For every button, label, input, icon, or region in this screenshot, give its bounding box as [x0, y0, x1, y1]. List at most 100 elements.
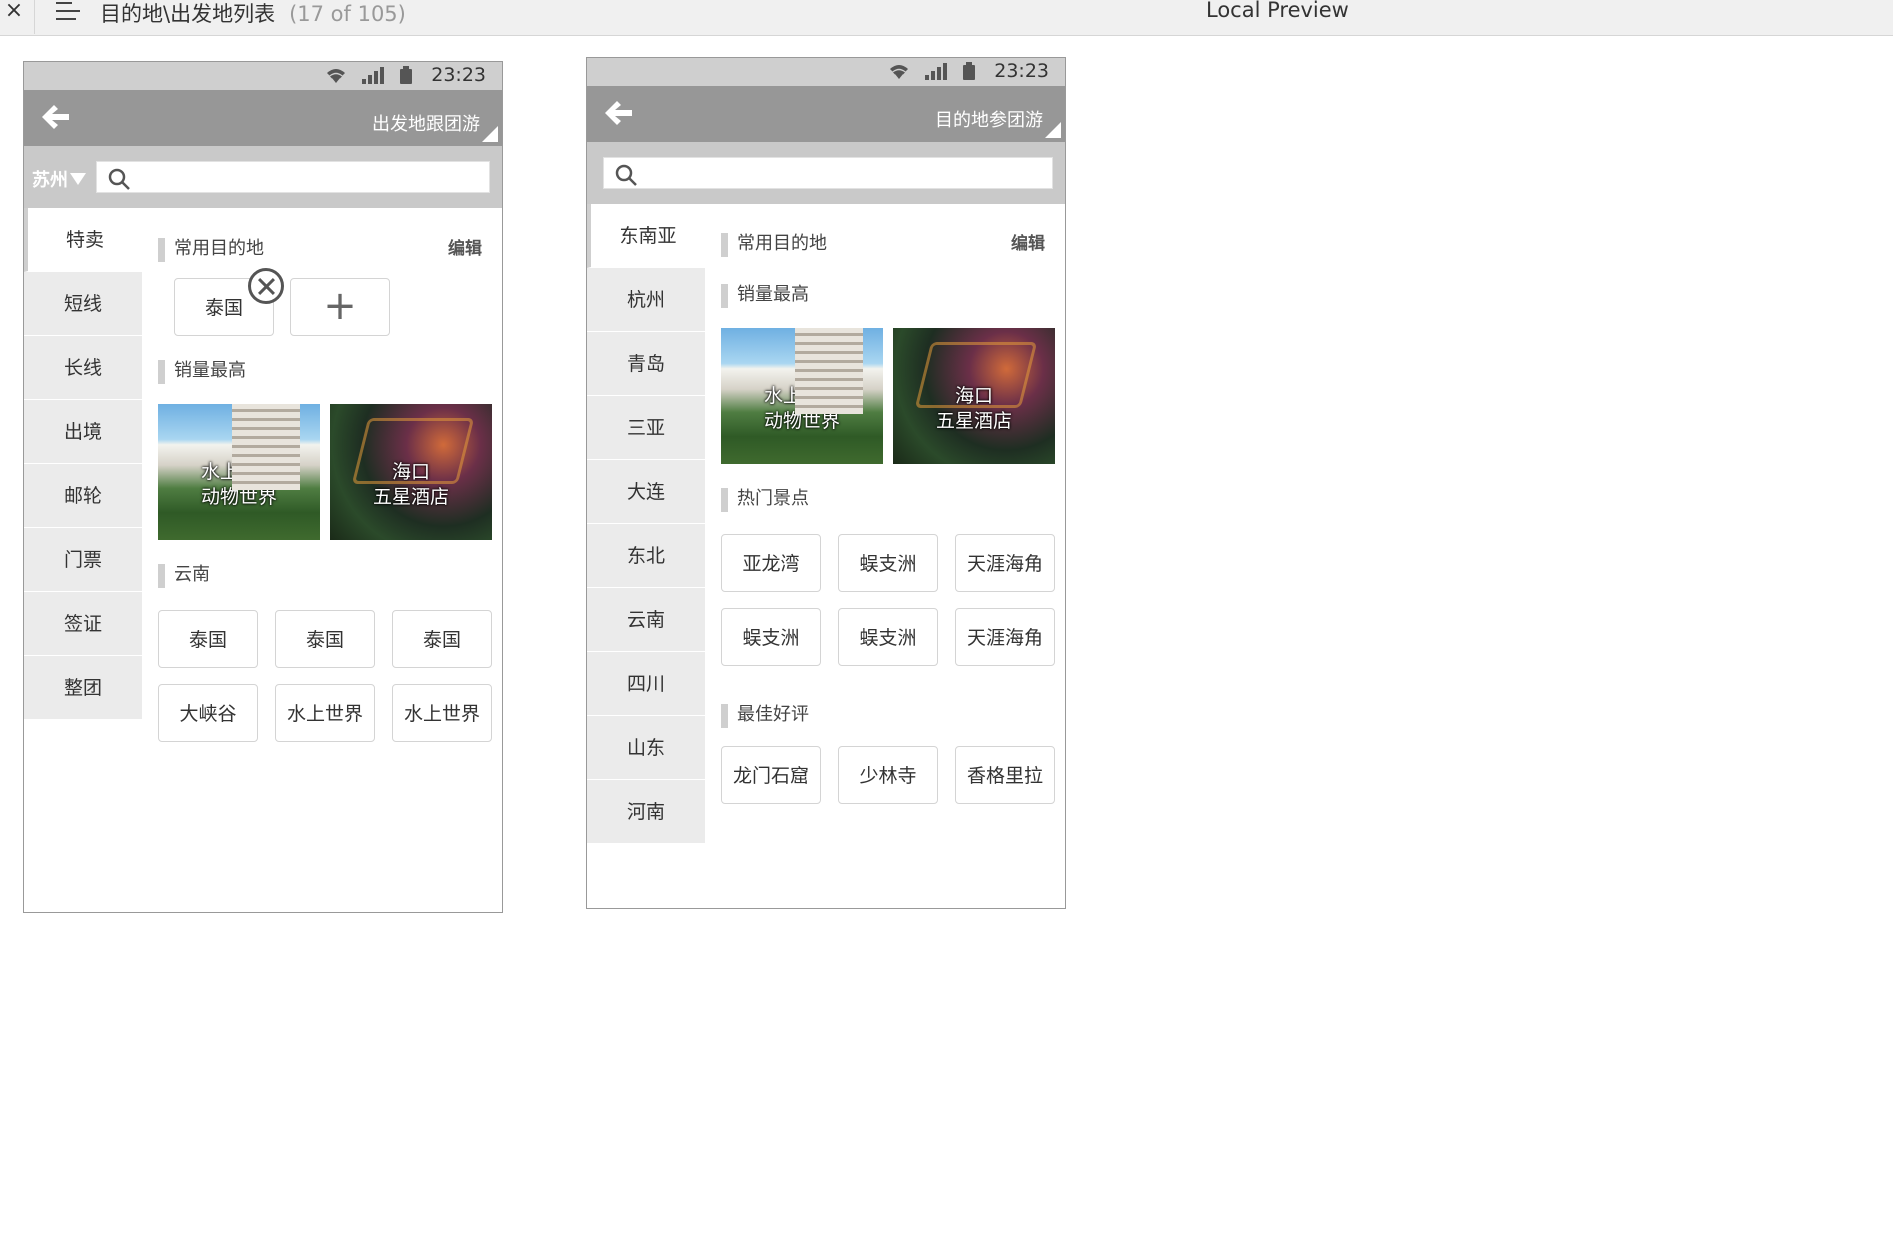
- sidebar-item-specials[interactable]: 特卖: [24, 208, 142, 272]
- caret-down-icon: [70, 173, 86, 185]
- nav-bar: 目的地参团游: [587, 86, 1065, 142]
- main-body: 特卖 短线 长线 出境 邮轮 门票 签证 整团 常用目的地 编辑 泰国 + 销量…: [24, 208, 502, 912]
- search-icon: [615, 164, 637, 186]
- section-title: 常用目的地: [737, 233, 827, 254]
- destination-chip[interactable]: 泰国: [158, 610, 258, 668]
- search-icon: [108, 168, 130, 190]
- search-input[interactable]: [96, 161, 490, 193]
- sidebar-item-northeast[interactable]: 东北: [587, 524, 705, 588]
- destination-chip[interactable]: 泰国: [275, 610, 375, 668]
- section-top-sellers: 销量最高: [158, 358, 492, 384]
- section-best-rated: 最佳好评: [721, 702, 1055, 728]
- preview-toolbar: × 目的地\出发地列表 (17 of 105) Local Preview: [0, 0, 1893, 36]
- section-title: 销量最高: [737, 284, 809, 305]
- nav-title: 出发地跟团游: [372, 114, 480, 135]
- close-icon[interactable]: ×: [0, 0, 28, 24]
- section-region: 云南: [158, 562, 492, 588]
- promo-line: 动物世界: [763, 410, 840, 432]
- section-title: 热门景点: [737, 488, 809, 509]
- sidebar-item-cruise[interactable]: 邮轮: [24, 464, 142, 528]
- section-title: 云南: [174, 564, 210, 585]
- city-selector[interactable]: 苏州: [32, 166, 86, 192]
- promo-caption: 水上乐园 动物世界: [721, 384, 883, 434]
- sidebar-item-short-trips[interactable]: 短线: [24, 272, 142, 336]
- sidebar-item-hangzhou[interactable]: 杭州: [587, 268, 705, 332]
- search-input[interactable]: [603, 157, 1053, 189]
- attraction-chip[interactable]: 香格里拉: [955, 746, 1055, 804]
- attraction-chip[interactable]: 蜈支洲: [838, 534, 938, 592]
- status-bar: 23:23: [587, 58, 1065, 86]
- section-title: 最佳好评: [737, 704, 809, 725]
- section-common-destinations: 常用目的地 编辑: [158, 236, 492, 262]
- sidebar-item-long-trips[interactable]: 长线: [24, 336, 142, 400]
- sidebar-item-southeast-asia[interactable]: 东南亚: [587, 204, 705, 268]
- sidebar-item-henan[interactable]: 河南: [587, 780, 705, 844]
- battery-icon: [400, 66, 412, 84]
- promo-caption: 海口 五星酒店: [330, 460, 492, 510]
- remove-circle-icon[interactable]: [248, 268, 284, 304]
- promo-tile-hotel[interactable]: 海口 五星酒店: [893, 328, 1055, 464]
- sidebar-item-outbound[interactable]: 出境: [24, 400, 142, 464]
- section-title: 常用目的地: [174, 238, 264, 259]
- page-title: 目的地\出发地列表 (17 of 105): [100, 0, 406, 28]
- destination-chip[interactable]: 水上世界: [392, 684, 492, 742]
- status-time: 23:23: [994, 60, 1049, 82]
- sidebar-item-sanya[interactable]: 三亚: [587, 396, 705, 460]
- promo-tile-water-park[interactable]: 水上乐园 动物世界: [721, 328, 883, 464]
- section-top-sellers: 销量最高: [721, 282, 1055, 308]
- sidebar-item-sichuan[interactable]: 四川: [587, 652, 705, 716]
- edit-button[interactable]: 编辑: [448, 236, 482, 262]
- page-count: (17 of 105): [289, 2, 406, 26]
- section-common-destinations: 常用目的地 编辑: [721, 231, 1055, 257]
- page-title-text: 目的地\出发地列表: [100, 2, 276, 26]
- promo-line: 五星酒店: [935, 410, 1012, 432]
- promo-line: 动物世界: [200, 486, 277, 508]
- signal-icon: [925, 63, 947, 80]
- search-row: [587, 142, 1065, 204]
- attraction-chip[interactable]: 天涯海角: [955, 534, 1055, 592]
- add-destination-button[interactable]: +: [290, 278, 390, 336]
- promo-caption: 海口 五星酒店: [893, 384, 1055, 434]
- destination-chip[interactable]: 泰国: [392, 610, 492, 668]
- sidebar-item-tickets[interactable]: 门票: [24, 528, 142, 592]
- attraction-chip[interactable]: 龙门石窟: [721, 746, 821, 804]
- promo-line: 水上乐园: [763, 385, 840, 407]
- city-label: 苏州: [32, 170, 68, 191]
- phone-mockup-destination: 23:23 目的地参团游 东南亚 杭州 青岛 三亚 大连 东北 云南 四川 山东…: [586, 57, 1066, 909]
- sidebar-item-yunnan[interactable]: 云南: [587, 588, 705, 652]
- section-hot-attractions: 热门景点: [721, 486, 1055, 512]
- promo-tile-hotel[interactable]: 海口 五星酒店: [330, 404, 492, 540]
- promo-tile-water-park[interactable]: 水上乐园 动物世界: [158, 404, 320, 540]
- sidebar-item-visa[interactable]: 签证: [24, 592, 142, 656]
- destination-chip[interactable]: 大峡谷: [158, 684, 258, 742]
- back-arrow-icon[interactable]: [601, 96, 635, 130]
- preview-label: Local Preview: [1206, 0, 1349, 22]
- attraction-chip[interactable]: 蜈支洲: [721, 608, 821, 666]
- phone-mockup-departure: 23:23 出发地跟团游 苏州 特卖 短线 长线 出境 邮轮 门票 签证 整团 …: [23, 61, 503, 913]
- nav-bar: 出发地跟团游: [24, 90, 502, 146]
- sidebar-item-shandong[interactable]: 山东: [587, 716, 705, 780]
- attraction-chip[interactable]: 少林寺: [838, 746, 938, 804]
- corner-triangle-icon: [482, 126, 498, 142]
- status-bar: 23:23: [24, 62, 502, 90]
- destination-chip[interactable]: 水上世界: [275, 684, 375, 742]
- main-body: 东南亚 杭州 青岛 三亚 大连 东北 云南 四川 山东 河南 常用目的地 编辑 …: [587, 204, 1065, 908]
- sidebar-item-dalian[interactable]: 大连: [587, 460, 705, 524]
- edit-button[interactable]: 编辑: [1011, 231, 1045, 257]
- menu-icon[interactable]: [56, 2, 80, 22]
- back-arrow-icon[interactable]: [38, 100, 72, 134]
- attraction-chip[interactable]: 天涯海角: [955, 608, 1055, 666]
- toolbar-divider: [34, 0, 35, 34]
- nav-title: 目的地参团游: [935, 110, 1043, 131]
- promo-line: 海口: [954, 385, 993, 407]
- promo-line: 水上乐园: [200, 461, 277, 483]
- sidebar-item-group[interactable]: 整团: [24, 656, 142, 720]
- promo-caption: 水上乐园 动物世界: [158, 460, 320, 510]
- promo-line: 五星酒店: [372, 486, 449, 508]
- sidebar-item-qingdao[interactable]: 青岛: [587, 332, 705, 396]
- status-time: 23:23: [431, 64, 486, 86]
- attraction-chip[interactable]: 亚龙湾: [721, 534, 821, 592]
- corner-triangle-icon: [1045, 122, 1061, 138]
- attraction-chip[interactable]: 蜈支洲: [838, 608, 938, 666]
- region-sidebar: 东南亚 杭州 青岛 三亚 大连 东北 云南 四川 山东 河南: [587, 204, 705, 844]
